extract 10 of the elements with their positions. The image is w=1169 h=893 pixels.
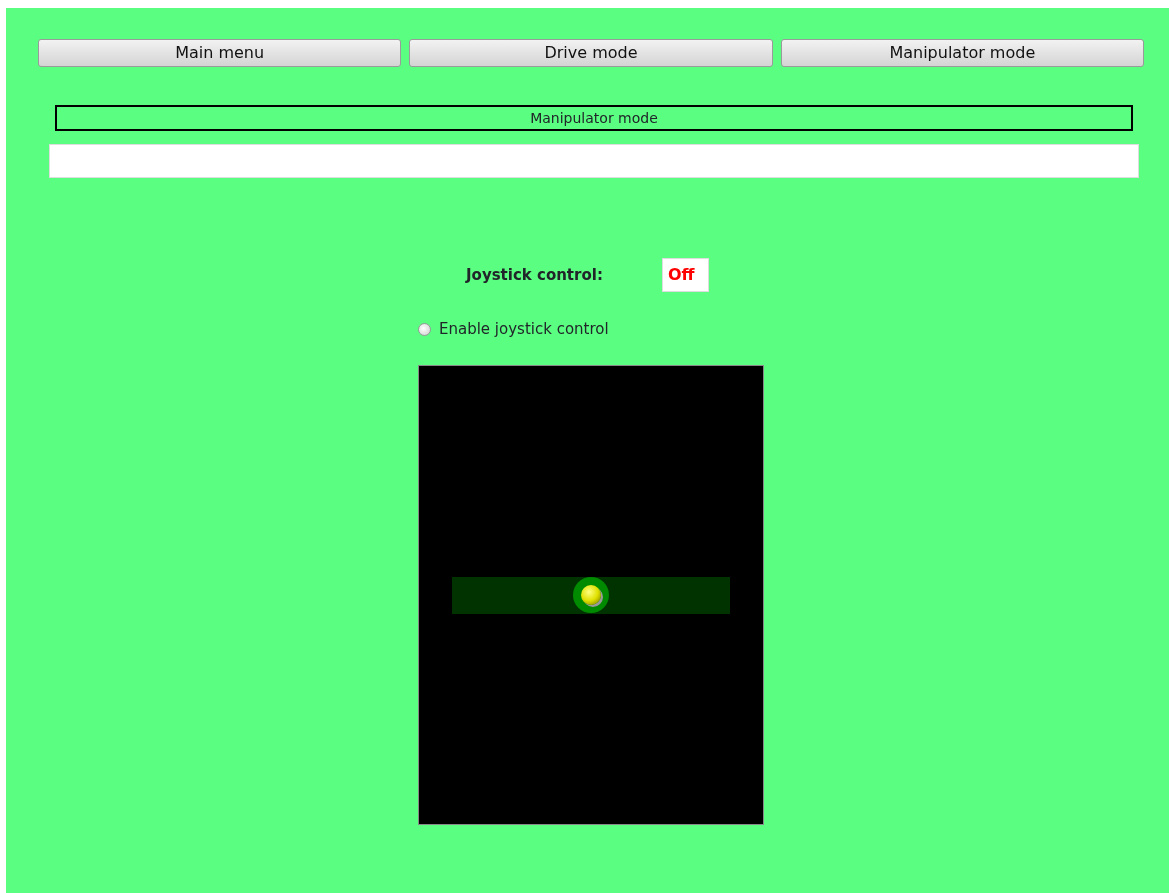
joystick-status: Off — [661, 258, 709, 292]
radio-button[interactable] — [418, 322, 431, 336]
message-field[interactable] — [49, 144, 1139, 178]
joystick-control-label: Joystick control: — [466, 264, 603, 286]
enable-joystick-label[interactable]: Enable joystick control — [439, 318, 609, 341]
nav-button[interactable]: Main menu — [38, 39, 402, 67]
nav-button[interactable]: Manipulator mode — [780, 39, 1144, 67]
mode-title: Manipulator mode — [55, 105, 1133, 131]
nav-button[interactable]: Drive mode — [409, 39, 773, 67]
joystick-handle[interactable] — [573, 576, 609, 613]
